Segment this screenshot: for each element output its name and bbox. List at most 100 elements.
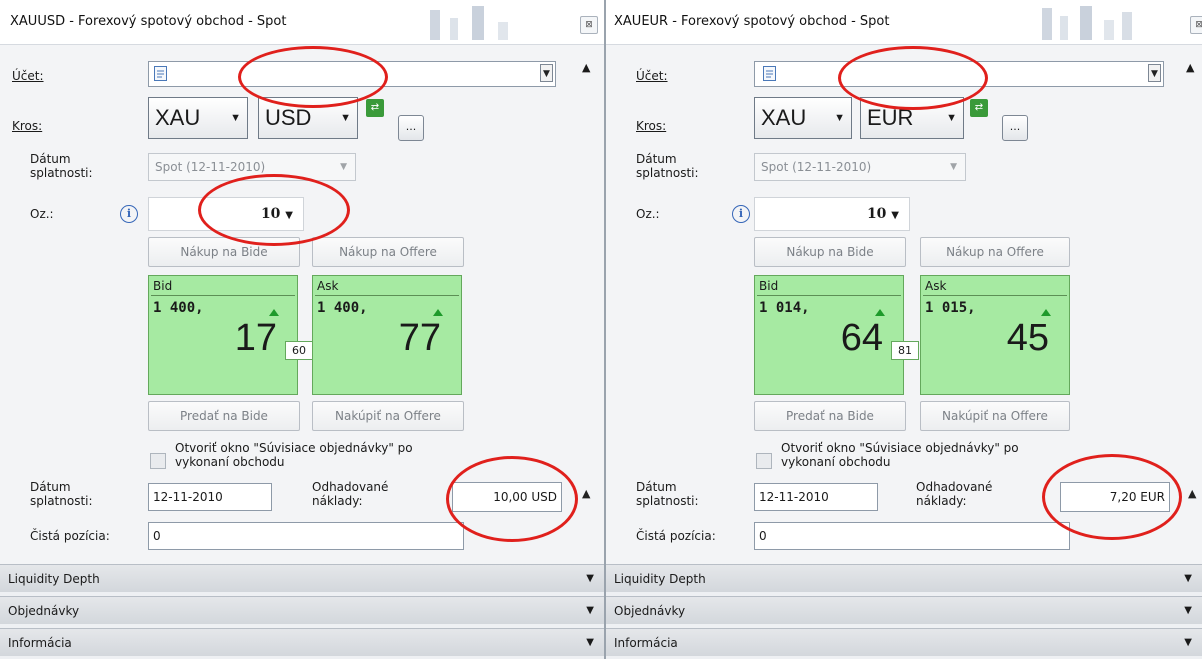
trade-panel-xaueur: XAUEUR - Forexový spotový obchod - Spot …	[606, 0, 1202, 659]
sell-at-bid-button[interactable]: Predať na Bide	[148, 401, 300, 431]
chevron-down-icon: ▼	[1184, 637, 1192, 648]
collapse-icon[interactable]: ▲	[1188, 487, 1196, 500]
buy-at-offer-trade-button[interactable]: Nakúpiť na Offere	[920, 401, 1070, 431]
chevron-down-icon: ▼	[340, 162, 347, 172]
panel-title: XAUEUR - Forexový spotový obchod - Spot	[614, 14, 890, 29]
cost-label-line2: náklady:	[312, 494, 363, 508]
dock-icon[interactable]: ⊠	[580, 16, 598, 34]
section-orders[interactable]: Objednávky ▼	[606, 596, 1202, 624]
settle-label-line1: Dátum	[30, 152, 71, 166]
info-icon[interactable]: i	[120, 205, 138, 223]
bid-big-figure: 1 400,	[153, 300, 204, 316]
checkbox-label-line1: Otvoriť okno "Súvisiace objednávky" po	[175, 441, 413, 455]
section-label: Liquidity Depth	[8, 572, 100, 586]
bid-big-figure: 1 014,	[759, 300, 810, 316]
section-liquidity-depth[interactable]: Liquidity Depth ▼	[606, 564, 1202, 592]
background-decoration	[430, 6, 508, 40]
section-label: Informácia	[8, 636, 72, 650]
chevron-down-icon: ▼	[230, 112, 241, 124]
highlight-ring	[838, 46, 988, 110]
quantity-input[interactable]: 10 ▼	[754, 197, 910, 231]
chevron-down-icon: ▼	[834, 112, 845, 124]
highlight-ring	[198, 174, 350, 246]
tile-divider	[315, 295, 459, 296]
buy-at-offer-button[interactable]: Nákup na Offere	[312, 237, 464, 267]
cost-label-line2: náklady:	[916, 494, 967, 508]
ask-price-tile[interactable]: Ask 1 400, 77	[312, 275, 462, 395]
section-label: Informácia	[614, 636, 678, 650]
settlement-value: Spot (12-11-2010)	[761, 160, 872, 174]
net-position-label: Čistá pozícia:	[30, 529, 110, 543]
more-options-button[interactable]: ...	[1002, 115, 1028, 141]
dock-icon[interactable]: ⊠	[1190, 16, 1202, 34]
chevron-down-icon: ▼	[586, 637, 594, 648]
ask-big-figure: 1 400,	[317, 300, 368, 316]
settle-label-line1: Dátum	[636, 152, 677, 166]
swap-currencies-icon[interactable]: ⇄	[366, 99, 384, 117]
section-liquidity-depth[interactable]: Liquidity Depth ▼	[0, 564, 604, 592]
value-date-label-line2: splatnosti:	[636, 494, 699, 508]
ask-price-tile[interactable]: Ask 1 015, 45	[920, 275, 1070, 395]
bid-label: Bid	[759, 279, 779, 293]
bid-price-tile[interactable]: Bid 1 014, 64	[754, 275, 904, 395]
up-arrow-icon	[433, 309, 443, 316]
account-icon	[763, 66, 776, 81]
quantity-value: 10	[866, 206, 887, 222]
settlement-select: Spot (12-11-2010) ▼	[754, 153, 966, 181]
chevron-down-icon: ▼	[1184, 573, 1192, 584]
value-date-field: 12-11-2010	[148, 483, 272, 511]
chevron-down-icon[interactable]: ▼	[891, 210, 899, 221]
section-label: Objednávky	[8, 604, 80, 618]
base-currency-select[interactable]: XAU ▼	[148, 97, 248, 139]
chevron-down-icon: ▼	[586, 605, 594, 616]
account-label: Účet:	[636, 69, 668, 83]
net-position-field: 0	[148, 522, 464, 550]
net-position-field: 0	[754, 522, 1070, 550]
cross-label: Kros:	[636, 119, 667, 133]
tile-divider	[151, 295, 295, 296]
cost-label-line1: Odhadované	[916, 480, 993, 494]
section-orders[interactable]: Objednávky ▼	[0, 596, 604, 624]
chevron-down-icon: ▼	[950, 162, 957, 172]
cost-label-line1: Odhadované	[312, 480, 389, 494]
section-label: Objednávky	[614, 604, 686, 618]
buy-at-offer-trade-button[interactable]: Nakúpiť na Offere	[312, 401, 464, 431]
chevron-down-icon[interactable]: ▼	[540, 64, 553, 82]
related-orders-checkbox[interactable]	[756, 453, 772, 469]
buy-at-bid-button[interactable]: Nákup na Bide	[754, 237, 906, 267]
more-options-button[interactable]: ...	[398, 115, 424, 141]
bid-label: Bid	[153, 279, 173, 293]
checkbox-label-line2: vykonaní obchodu	[175, 455, 285, 469]
related-orders-checkbox[interactable]	[150, 453, 166, 469]
base-currency-select[interactable]: XAU ▼	[754, 97, 852, 139]
quantity-label: Oz.:	[30, 207, 54, 221]
value-date-label-line1: Dátum	[30, 480, 71, 494]
value-date-label-line2: splatnosti:	[30, 494, 93, 508]
ask-pips: 77	[398, 317, 441, 359]
checkbox-label-line1: Otvoriť okno "Súvisiace objednávky" po	[781, 441, 1019, 455]
swap-currencies-icon[interactable]: ⇄	[970, 99, 988, 117]
up-arrow-icon	[269, 309, 279, 316]
ask-label: Ask	[317, 279, 339, 293]
bid-price-tile[interactable]: Bid 1 400, 17	[148, 275, 298, 395]
scroll-up-icon[interactable]: ▲	[582, 61, 590, 74]
section-information[interactable]: Informácia ▼	[606, 628, 1202, 656]
chevron-down-icon: ▼	[586, 573, 594, 584]
bid-pips: 64	[840, 317, 883, 359]
sell-at-bid-button[interactable]: Predať na Bide	[754, 401, 906, 431]
section-label: Liquidity Depth	[614, 572, 706, 586]
buy-at-offer-button[interactable]: Nákup na Offere	[920, 237, 1070, 267]
value-date-field: 12-11-2010	[754, 483, 878, 511]
value-date-label-line1: Dátum	[636, 480, 677, 494]
chevron-down-icon[interactable]: ▼	[1148, 64, 1161, 82]
section-information[interactable]: Informácia ▼	[0, 628, 604, 656]
tile-divider	[923, 295, 1067, 296]
settle-label-line2: splatnosti:	[636, 166, 699, 180]
ask-label: Ask	[925, 279, 947, 293]
spread-value: 81	[891, 341, 919, 360]
info-icon[interactable]: i	[732, 205, 750, 223]
chevron-down-icon: ▼	[1184, 605, 1192, 616]
spread-value: 60	[285, 341, 313, 360]
collapse-icon[interactable]: ▲	[582, 487, 590, 500]
scroll-up-icon[interactable]: ▲	[1186, 61, 1194, 74]
